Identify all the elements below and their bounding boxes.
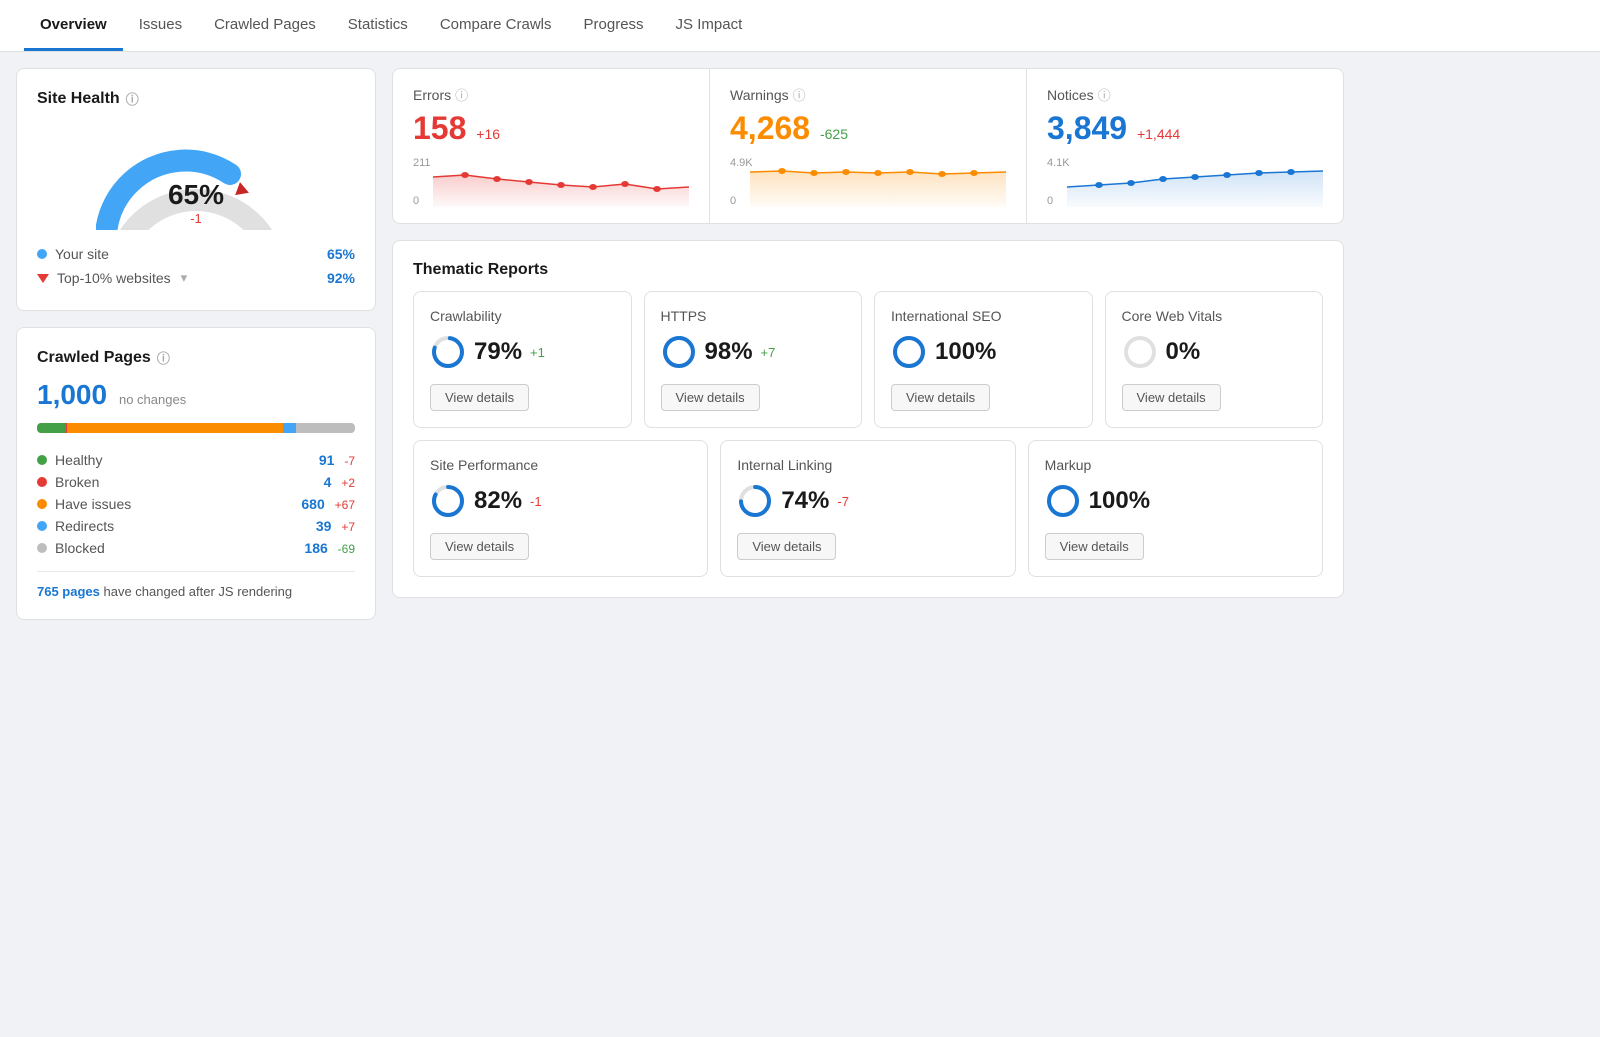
- site-health-card: Site Health ⓘ 65% -1: [16, 68, 376, 311]
- your-site-dot: [37, 249, 47, 259]
- markup-donut: [1045, 483, 1081, 519]
- top-navigation: Overview Issues Crawled Pages Statistics…: [0, 0, 1600, 52]
- markup-view-details[interactable]: View details: [1045, 533, 1144, 560]
- right-column: Errors ⓘ 158 +16 211 0: [392, 68, 1344, 620]
- notices-sparkline: [1067, 157, 1323, 207]
- thematic-reports-title: Thematic Reports: [413, 261, 1323, 279]
- warnings-card: Warnings ⓘ 4,268 -625 4.9K 0: [710, 69, 1027, 223]
- bar-redirects: [283, 423, 296, 433]
- chevron-down-icon[interactable]: ▾: [181, 270, 188, 286]
- notices-delta: +1,444: [1137, 126, 1180, 142]
- site-health-legend: Your site 65% Top-10% websites ▾ 92%: [37, 242, 355, 290]
- warnings-label: Warnings ⓘ: [730, 85, 1006, 104]
- site-performance-view-details[interactable]: View details: [430, 533, 529, 560]
- warnings-delta: -625: [820, 126, 848, 142]
- report-https: HTTPS 98% +7 View details: [644, 291, 863, 428]
- international-seo-view-details[interactable]: View details: [891, 384, 990, 411]
- report-site-performance: Site Performance 82% -1 View details: [413, 440, 708, 577]
- bar-have-issues: [67, 423, 283, 433]
- https-donut: [661, 334, 697, 370]
- report-internal-linking: Internal Linking 74% -7 View details: [720, 440, 1015, 577]
- warnings-sparkline: [750, 157, 1006, 207]
- legend-blocked: Blocked 186 -69: [37, 537, 355, 559]
- site-health-title: Site Health ⓘ: [37, 89, 355, 108]
- crawled-legend: Healthy 91 -7 Broken 4 +2: [37, 449, 355, 559]
- report-core-web-vitals: Core Web Vitals 0% View details: [1105, 291, 1324, 428]
- crawled-count: 1,000: [37, 379, 107, 410]
- thematic-row2: Site Performance 82% -1 View details Int…: [413, 440, 1323, 577]
- report-markup: Markup 100% View details: [1028, 440, 1323, 577]
- nav-statistics[interactable]: Statistics: [332, 0, 424, 51]
- bar-healthy: [37, 423, 66, 433]
- errors-chart: 211 0: [413, 157, 689, 207]
- nav-crawled-pages[interactable]: Crawled Pages: [198, 0, 332, 51]
- report-international-seo: International SEO 100% View details: [874, 291, 1093, 428]
- warnings-value-row: 4,268 -625: [730, 110, 1006, 147]
- crawled-count-row: 1,000 no changes: [37, 379, 355, 411]
- notices-card: Notices ⓘ 3,849 +1,444 4.1K 0: [1027, 69, 1343, 223]
- errors-sparkline: [433, 157, 689, 207]
- errors-card: Errors ⓘ 158 +16 211 0: [393, 69, 710, 223]
- crawled-pages-title: Crawled Pages ⓘ: [37, 348, 355, 367]
- errors-value: 158: [413, 110, 466, 146]
- crawlability-view-details[interactable]: View details: [430, 384, 529, 411]
- gauge-wrap: 65% -1: [96, 120, 296, 230]
- crawled-bar-strip: [37, 423, 355, 433]
- nav-issues[interactable]: Issues: [123, 0, 198, 51]
- crawled-sub: no changes: [119, 392, 186, 407]
- nav-compare-crawls[interactable]: Compare Crawls: [424, 0, 568, 51]
- legend-have-issues: Have issues 680 +67: [37, 493, 355, 515]
- legend-top10: Top-10% websites ▾ 92%: [37, 266, 355, 290]
- top10-icon: [37, 274, 49, 283]
- warnings-chart: 4.9K 0: [730, 157, 1006, 207]
- site-health-info-icon[interactable]: ⓘ: [126, 89, 139, 108]
- errors-info-icon[interactable]: ⓘ: [455, 85, 468, 104]
- bar-blocked: [296, 423, 355, 433]
- notices-chart: 4.1K 0: [1047, 157, 1323, 207]
- js-pages-link[interactable]: 765 pages: [37, 584, 100, 599]
- gauge-delta: -1: [168, 211, 224, 226]
- thematic-reports-card: Thematic Reports Crawlability 79% +1 Vie…: [392, 240, 1344, 598]
- core-web-vitals-donut: [1122, 334, 1158, 370]
- js-note: 765 pages have changed after JS renderin…: [37, 584, 355, 599]
- notices-info-icon[interactable]: ⓘ: [1098, 85, 1111, 104]
- top10-value: 92%: [327, 270, 355, 286]
- errors-label: Errors ⓘ: [413, 85, 689, 104]
- https-view-details[interactable]: View details: [661, 384, 760, 411]
- errors-delta: +16: [476, 126, 500, 142]
- nav-js-impact[interactable]: JS Impact: [660, 0, 759, 51]
- report-crawlability: Crawlability 79% +1 View details: [413, 291, 632, 428]
- legend-healthy: Healthy 91 -7: [37, 449, 355, 471]
- gauge-center: 65% -1: [168, 179, 224, 226]
- crawlability-donut: [430, 334, 466, 370]
- notices-label: Notices ⓘ: [1047, 85, 1323, 104]
- notices-value-row: 3,849 +1,444: [1047, 110, 1323, 147]
- legend-your-site: Your site 65%: [37, 242, 355, 266]
- international-seo-donut: [891, 334, 927, 370]
- crawled-pages-info-icon[interactable]: ⓘ: [157, 348, 170, 367]
- warnings-value: 4,268: [730, 110, 810, 146]
- warnings-info-icon[interactable]: ⓘ: [793, 85, 806, 104]
- left-column: Site Health ⓘ 65% -1: [16, 68, 376, 620]
- ewn-row: Errors ⓘ 158 +16 211 0: [392, 68, 1344, 224]
- nav-progress[interactable]: Progress: [568, 0, 660, 51]
- legend-broken: Broken 4 +2: [37, 471, 355, 493]
- gauge-container: 65% -1: [37, 120, 355, 230]
- nav-overview[interactable]: Overview: [24, 0, 123, 51]
- thematic-row1: Crawlability 79% +1 View details HTTPS: [413, 291, 1323, 428]
- site-performance-donut: [430, 483, 466, 519]
- your-site-value: 65%: [327, 246, 355, 262]
- core-web-vitals-view-details[interactable]: View details: [1122, 384, 1221, 411]
- errors-value-row: 158 +16: [413, 110, 689, 147]
- notices-value: 3,849: [1047, 110, 1127, 146]
- gauge-percentage: 65%: [168, 179, 224, 210]
- crawled-pages-card: Crawled Pages ⓘ 1,000 no changes Healthy: [16, 327, 376, 620]
- internal-linking-view-details[interactable]: View details: [737, 533, 836, 560]
- internal-linking-donut: [737, 483, 773, 519]
- legend-redirects: Redirects 39 +7: [37, 515, 355, 537]
